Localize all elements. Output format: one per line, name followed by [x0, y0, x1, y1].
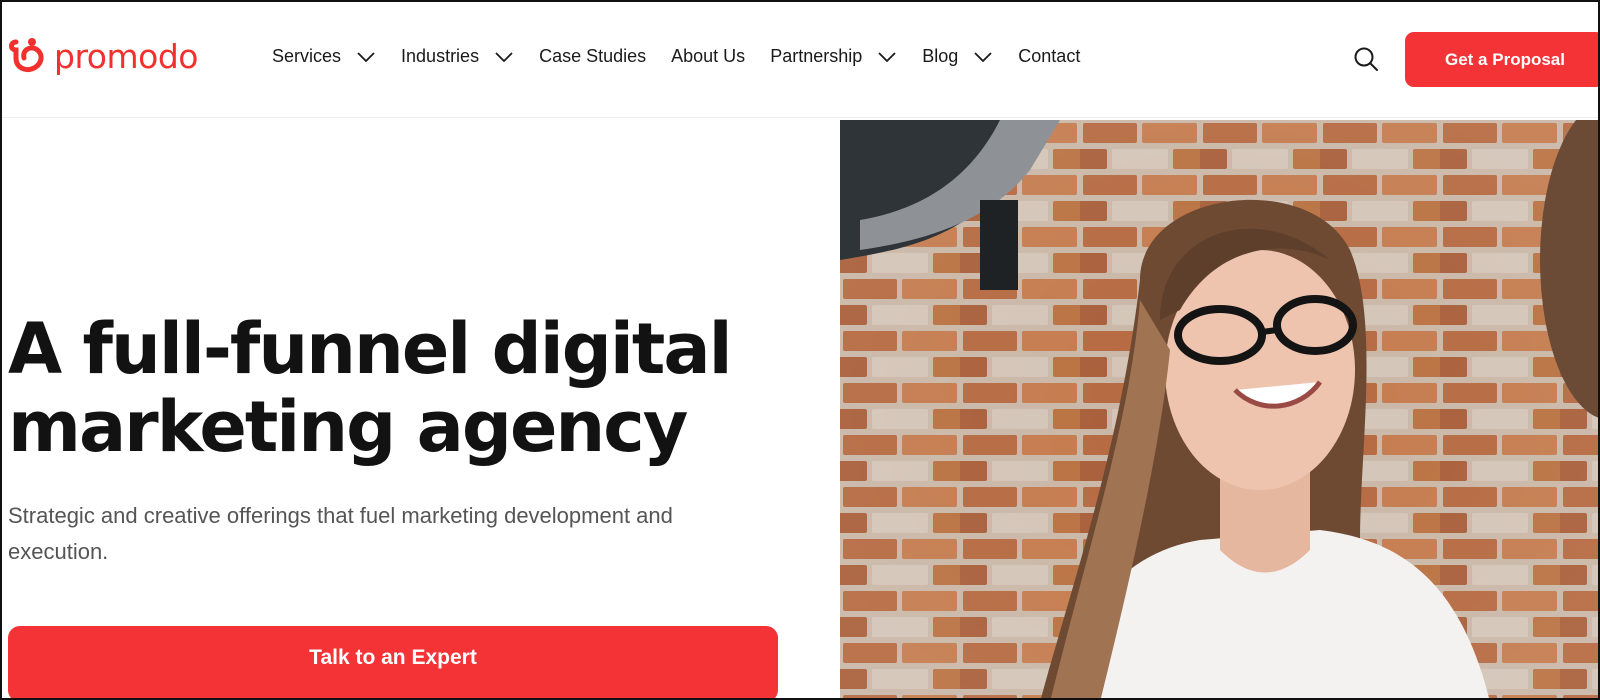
promodo-logo[interactable]: promodo [8, 36, 198, 76]
nav-item-partnership[interactable]: Partnership [770, 46, 896, 67]
main-nav: Services Industries Case Studies About U… [272, 46, 1105, 67]
nav-label: Partnership [770, 46, 863, 66]
chevron-down-icon [878, 46, 896, 67]
nav-label: Services [272, 46, 342, 66]
promodo-logo-icon [9, 38, 44, 73]
nav-item-about-us[interactable]: About Us [671, 46, 745, 67]
chevron-down-icon [974, 46, 992, 67]
talk-to-expert-button[interactable]: Talk to an Expert [8, 626, 778, 698]
hero-photo [840, 120, 1598, 698]
nav-label: Contact [1018, 46, 1081, 66]
nav-label: Blog [922, 46, 959, 66]
nav-item-case-studies[interactable]: Case Studies [539, 46, 646, 67]
search-icon[interactable] [1353, 46, 1379, 77]
nav-item-services[interactable]: Services [272, 46, 375, 67]
nav-label: Case Studies [539, 46, 647, 66]
site-header: promodo Services Industries Case Studies… [2, 2, 1598, 118]
nav-item-industries[interactable]: Industries [401, 46, 513, 67]
nav-label: About Us [671, 46, 746, 66]
brand-name: promodo [54, 36, 198, 76]
nav-item-contact[interactable]: Contact [1018, 46, 1080, 67]
hero-title-line-2: marketing agency [8, 386, 688, 468]
hero-title-line-1: A full-funnel digital [8, 308, 733, 390]
hero-title: A full-funnel digital marketing agency [8, 308, 733, 468]
hero-subtitle: Strategic and creative offerings that fu… [8, 503, 673, 564]
nav-label: Industries [401, 46, 480, 66]
page-frame: promodo Services Industries Case Studies… [0, 0, 1600, 700]
get-proposal-button[interactable]: Get a Proposal [1405, 32, 1598, 87]
chevron-down-icon [495, 46, 513, 67]
chevron-down-icon [357, 46, 375, 67]
nav-item-blog[interactable]: Blog [922, 46, 992, 67]
